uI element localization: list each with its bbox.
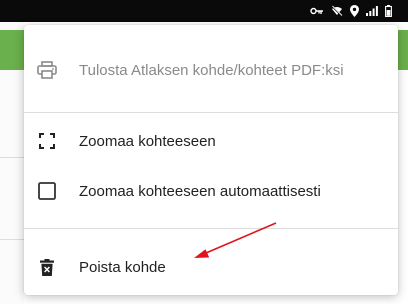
background-green-header-edge <box>398 30 408 70</box>
menu-item-auto-zoom[interactable]: Zoomaa kohteeseen automaattisesti <box>24 171 398 211</box>
location-icon <box>350 5 359 17</box>
context-menu: Tulosta Atlaksen kohde/kohteet PDF:ksi Z… <box>24 25 398 295</box>
wifi-off-icon <box>331 5 343 17</box>
status-bar <box>0 0 408 22</box>
background-green-header <box>0 30 24 70</box>
menu-item-label: Zoomaa kohteeseen automaattisesti <box>79 182 321 200</box>
background-divider <box>0 157 24 158</box>
zoom-frame-icon <box>37 131 57 151</box>
trash-icon <box>37 257 57 277</box>
menu-item-label: Tulosta Atlaksen kohde/kohteet PDF:ksi <box>79 61 344 79</box>
checkbox-icon[interactable] <box>37 181 57 201</box>
menu-item-zoom-to-feature[interactable]: Zoomaa kohteeseen <box>24 121 398 161</box>
battery-icon <box>385 5 392 17</box>
menu-divider <box>24 112 398 113</box>
menu-divider <box>24 228 398 229</box>
menu-item-print-pdf[interactable]: Tulosta Atlaksen kohde/kohteet PDF:ksi <box>24 50 398 90</box>
menu-item-delete-feature[interactable]: Poista kohde <box>24 247 398 287</box>
menu-item-label: Poista kohde <box>79 258 166 276</box>
background-divider <box>0 239 24 240</box>
menu-item-label: Zoomaa kohteeseen <box>79 132 216 150</box>
print-icon <box>37 60 57 80</box>
signal-icon <box>366 5 378 17</box>
key-icon <box>310 5 324 17</box>
